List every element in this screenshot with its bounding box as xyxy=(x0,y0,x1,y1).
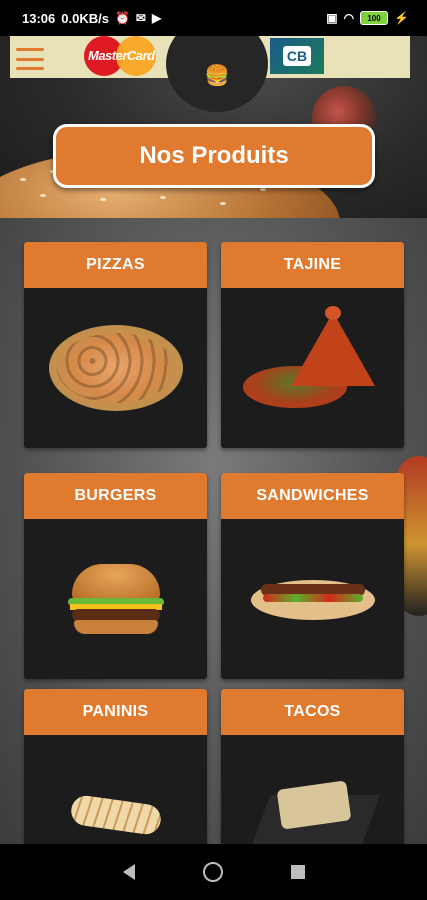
category-label: SANDWICHES xyxy=(221,473,404,519)
pizza-image xyxy=(48,325,183,411)
restaurant-logo[interactable]: 🍔 xyxy=(166,36,268,112)
category-label: BURGERS xyxy=(24,473,207,519)
play-icon: ▶ xyxy=(151,11,162,25)
hamburger-icon-line xyxy=(16,48,44,51)
mastercard-logo: MasterCard xyxy=(84,36,158,76)
category-label: PIZZAS xyxy=(24,242,207,288)
status-time: 13:06 xyxy=(22,10,56,26)
status-left: 13:06 0.0KB/s ⏰ ✉ ▶ xyxy=(22,11,161,26)
category-image xyxy=(24,288,207,448)
panini-image xyxy=(68,793,163,837)
category-card-tacos[interactable]: TACOS xyxy=(221,689,404,844)
category-card-sandwiches[interactable]: SANDWICHES xyxy=(221,473,404,679)
status-network-speed: 0.0KB/s xyxy=(61,10,109,26)
category-image xyxy=(221,519,404,679)
back-icon[interactable] xyxy=(122,864,135,880)
product-categories: PIZZAS TAJINE BURGERS SANDWICHES PANINIS xyxy=(0,218,427,844)
mastercard-label: MasterCard xyxy=(88,48,155,63)
page-title: Nos Produits xyxy=(53,124,375,188)
tajine-lid xyxy=(291,312,375,386)
hamburger-icon-line xyxy=(16,67,44,70)
wifi-icon: ◠ xyxy=(343,11,355,25)
category-label: PANINIS xyxy=(24,689,207,735)
recent-apps-icon[interactable] xyxy=(290,865,305,879)
alarm-icon: ⏰ xyxy=(114,11,130,25)
category-label: TAJINE xyxy=(221,242,404,288)
category-card-paninis[interactable]: PANINIS xyxy=(24,689,207,844)
category-card-burgers[interactable]: BURGERS xyxy=(24,473,207,679)
category-card-pizzas[interactable]: PIZZAS xyxy=(24,242,207,448)
cb-logo: CB xyxy=(270,38,324,74)
tajine-knob xyxy=(325,306,341,320)
category-image xyxy=(221,288,404,448)
cb-label: CB xyxy=(282,46,312,66)
category-label: TACOS xyxy=(221,689,404,735)
header-banner: MasterCard CB 🍔 Nos Produits xyxy=(0,36,427,218)
category-image xyxy=(24,519,207,679)
category-image xyxy=(24,735,207,844)
menu-button[interactable] xyxy=(16,48,44,70)
status-right: ▣ ◠ 100 ⚡ xyxy=(326,11,409,25)
sandwich-image xyxy=(250,574,375,624)
home-icon[interactable] xyxy=(202,862,223,882)
battery-icon: 100 xyxy=(360,11,389,25)
system-nav-bar xyxy=(0,844,427,900)
burger-image xyxy=(67,564,164,634)
status-bar: 13:06 0.0KB/s ⏰ ✉ ▶ ▣ ◠ 100 ⚡ xyxy=(0,0,427,36)
hamburger-icon-line xyxy=(16,57,44,61)
charging-icon: ⚡ xyxy=(394,11,409,25)
burger-logo-icon: 🍔 xyxy=(204,64,230,87)
category-card-tajine[interactable]: TAJINE xyxy=(221,242,404,448)
category-image xyxy=(221,735,404,844)
gmail-icon: ✉ xyxy=(135,11,146,25)
sim-icon: ▣ xyxy=(326,11,338,25)
